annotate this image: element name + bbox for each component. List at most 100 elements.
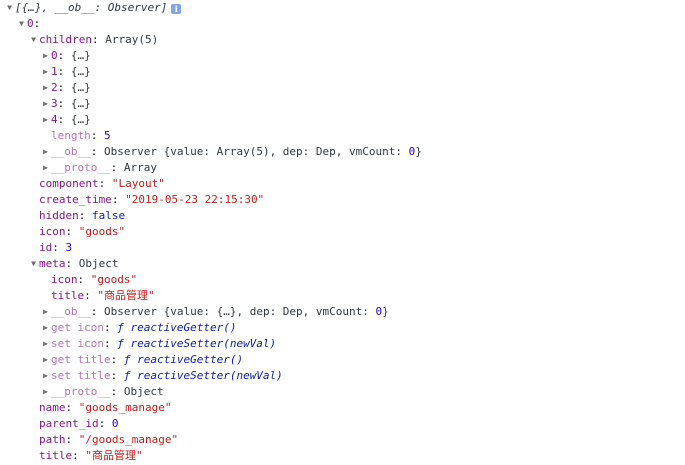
ob-value: Observer {value: Array(5), dep: Dep, vmC… (104, 145, 409, 158)
proto-key: __proto__ (51, 161, 111, 174)
triangle-right-icon[interactable]: ▶ (40, 304, 51, 320)
meta-type: Object (78, 257, 119, 270)
proto-key: __proto__ (51, 385, 111, 398)
meta-ob-row[interactable]: ▶ __ob__: Observer {value: {…}, dep: Dep,… (0, 304, 685, 320)
prop-key: parent_id (39, 417, 99, 430)
prop-value: "goods" (78, 225, 126, 238)
accessor-key: set title (51, 369, 111, 382)
item-0-key: 0 (27, 17, 34, 30)
prop-value: "Layout" (111, 177, 165, 190)
children-entry-row[interactable]: ▶ 1: {…} (0, 64, 685, 80)
console-object-tree: ▼ [{…}, __ob__: Observer] i ▼ 0: ▼ children:… (0, 0, 685, 464)
entry-key: 3 (51, 97, 58, 110)
proto-value: Array (123, 161, 157, 174)
length-key: length (51, 129, 91, 142)
triangle-right-icon[interactable]: ▶ (40, 336, 51, 352)
prop-value: "goods" (90, 273, 138, 286)
ob-key: __ob__ (51, 305, 91, 318)
triangle-down-icon[interactable]: ▼ (16, 16, 27, 32)
name-row: name: "goods_manage" (39, 401, 172, 414)
meta-set-title-row[interactable]: ▶ set title: ƒ reactiveSetter(newVal) (0, 368, 685, 384)
root-row[interactable]: ▼ [{…}, __ob__: Observer] i (0, 0, 685, 16)
children-row[interactable]: ▼ children: Array(5) (0, 32, 685, 48)
create-time-row: create_time: "2019-05-23 22:15:30" (39, 193, 265, 206)
prop-value: "商品管理" (85, 449, 143, 462)
prop-key: title (51, 289, 85, 302)
triangle-right-icon[interactable]: ▶ (40, 144, 51, 160)
triangle-right-icon[interactable]: ▶ (40, 112, 51, 128)
meta-get-icon-row[interactable]: ▶ get icon: ƒ reactiveGetter() (0, 320, 685, 336)
entry-value: {…} (70, 113, 91, 126)
children-entry-row[interactable]: ▶ 0: {…} (0, 48, 685, 64)
entry-value: {…} (70, 97, 91, 110)
meta-row[interactable]: ▼ meta: Object (0, 256, 685, 272)
children-length-row: length: 5 (51, 129, 111, 142)
triangle-down-icon[interactable]: ▼ (28, 32, 39, 48)
prop-key: path (39, 433, 66, 446)
item-0-row[interactable]: ▼ 0: (0, 16, 685, 32)
triangle-right-icon[interactable]: ▶ (40, 64, 51, 80)
icon-row: icon: "goods" (39, 225, 126, 238)
accessor-key: get title (51, 353, 111, 366)
title-row: title: "商品管理" (39, 449, 143, 462)
meta-set-icon-row[interactable]: ▶ set icon: ƒ reactiveSetter(newVal) (0, 336, 685, 352)
meta-key: meta (39, 257, 66, 270)
entry-value: {…} (70, 49, 91, 62)
prop-key: component (39, 177, 99, 190)
entry-key: 0 (51, 49, 58, 62)
prop-value: "goods_manage" (78, 401, 172, 414)
triangle-right-icon[interactable]: ▶ (40, 368, 51, 384)
triangle-right-icon[interactable]: ▶ (40, 352, 51, 368)
entry-value: {…} (70, 65, 91, 78)
triangle-right-icon[interactable]: ▶ (40, 384, 51, 400)
length-value: 5 (104, 129, 111, 142)
triangle-right-icon[interactable]: ▶ (40, 80, 51, 96)
prop-value: 3 (65, 241, 73, 254)
meta-icon-row: icon: "goods" (51, 273, 138, 286)
children-entry-row[interactable]: ▶ 3: {…} (0, 96, 685, 112)
accessor-key: set icon (51, 337, 104, 350)
accessor-value: ƒ reactiveGetter() (123, 353, 244, 366)
ob-value: Observer {value: {…}, dep: Dep, vmCount: (104, 305, 376, 318)
children-entry-row[interactable]: ▶ 2: {…} (0, 80, 685, 96)
root-summary: [{…}, __ob__: Observer] (15, 1, 168, 14)
meta-proto-row[interactable]: ▶ __proto__: Object (0, 384, 685, 400)
triangle-down-icon[interactable]: ▼ (4, 0, 15, 16)
triangle-right-icon[interactable]: ▶ (40, 96, 51, 112)
triangle-right-icon[interactable]: ▶ (40, 320, 51, 336)
info-icon[interactable]: i (171, 4, 182, 14)
triangle-down-icon[interactable]: ▼ (28, 256, 39, 272)
triangle-right-icon[interactable]: ▶ (40, 48, 51, 64)
accessor-value: ƒ reactiveSetter(newVal) (117, 337, 277, 350)
prop-value: "/goods_manage" (78, 433, 179, 446)
id-row: id: 3 (39, 241, 73, 254)
entry-key: 1 (51, 65, 58, 78)
accessor-value: ƒ reactiveSetter(newVal) (123, 369, 283, 382)
prop-key: name (39, 401, 66, 414)
children-proto-row[interactable]: ▶ __proto__: Array (0, 160, 685, 176)
prop-key: title (39, 449, 73, 462)
accessor-value: ƒ reactiveGetter() (117, 321, 237, 334)
ob-value-end: } (382, 305, 389, 318)
ob-value-end: } (415, 145, 422, 158)
children-ob-row[interactable]: ▶ __ob__: Observer {value: Array(5), dep:… (0, 144, 685, 160)
entry-key: 2 (51, 81, 58, 94)
prop-value: "商品管理" (97, 289, 155, 302)
path-row: path: "/goods_manage" (39, 433, 179, 446)
prop-key: icon (39, 225, 66, 238)
children-key: children (39, 33, 92, 46)
entry-value: {…} (70, 81, 91, 94)
ob-key: __ob__ (51, 145, 91, 158)
entry-key: 4 (51, 113, 58, 126)
prop-key: icon (51, 273, 78, 286)
component-row: component: "Layout" (39, 177, 165, 190)
children-entry-row[interactable]: ▶ 4: {…} (0, 112, 685, 128)
proto-value: Object (123, 385, 164, 398)
prop-value: false (92, 209, 126, 222)
parent-id-row: parent_id: 0 (39, 417, 119, 430)
accessor-key: get icon (51, 321, 104, 334)
prop-key: id (39, 241, 53, 254)
triangle-right-icon[interactable]: ▶ (40, 160, 51, 176)
prop-key: create_time (39, 193, 112, 206)
meta-get-title-row[interactable]: ▶ get title: ƒ reactiveGetter() (0, 352, 685, 368)
